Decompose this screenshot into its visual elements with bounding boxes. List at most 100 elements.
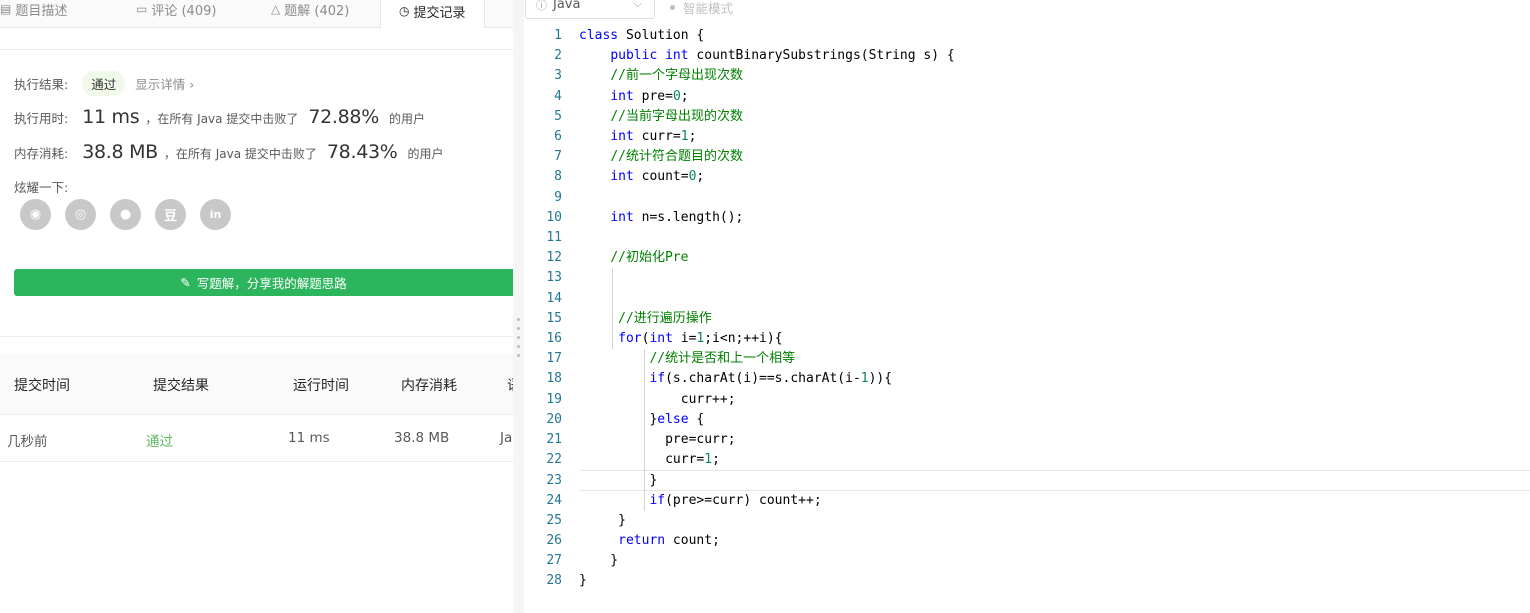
code-line[interactable]: 6 int curr=1; xyxy=(524,127,1530,147)
code-editor[interactable]: ⓘ Java ⌵ 智能模式 1 class Solution {2 public … xyxy=(524,0,1530,613)
douban-icon[interactable]: 豆 xyxy=(155,199,186,230)
line-number: 26 xyxy=(546,533,562,548)
tab-solutions[interactable]: △ 题解 (402) xyxy=(271,0,349,24)
code-text[interactable]: return count; xyxy=(579,531,720,551)
status-dot-icon xyxy=(670,5,675,10)
header-memory: 内存消耗 xyxy=(401,378,457,394)
wechat-icon[interactable]: ◉ xyxy=(20,199,51,230)
line-number: 22 xyxy=(546,452,562,468)
code-text[interactable]: //进行遍历操作 xyxy=(579,309,712,329)
memory-label: 内存消耗: xyxy=(14,146,69,161)
code-text[interactable]: pre=curr; xyxy=(579,430,735,450)
code-text[interactable]: } xyxy=(579,471,657,491)
show-details-link[interactable]: 显示详情 › xyxy=(135,74,194,93)
code-line[interactable]: 5 //当前字母出现的次数 xyxy=(524,107,1530,127)
smart-mode-toggle[interactable]: 智能模式 xyxy=(670,0,733,17)
chevron-down-icon: ⌵ xyxy=(633,0,642,10)
code-line[interactable]: 16 for(int i=1;i<n;++i){ xyxy=(524,329,1530,349)
code-line[interactable]: 20 }else { xyxy=(524,410,1530,430)
tab-bar: ▤ 题目描述 ▭ 评论 (409) △ 题解 (402) ◷ 提交记录 xyxy=(0,0,513,28)
cell-memory: 38.8 MB xyxy=(394,430,450,446)
memory-row: 内存消耗: 38.8 MB ，在所有 Java 提交中击败了 78.43% 的用… xyxy=(14,141,444,163)
line-number: 9 xyxy=(554,189,562,205)
code-text[interactable]: //当前字母出现的次数 xyxy=(579,107,743,127)
linkedin-icon[interactable]: in xyxy=(200,199,231,230)
code-text[interactable]: //统计是否和上一个相等 xyxy=(579,349,795,369)
language-select[interactable]: ⓘ Java ⌵ xyxy=(525,0,655,19)
status-row: 执行结果: 通过 显示详情 › xyxy=(14,71,194,96)
code-text[interactable]: int count=0; xyxy=(579,167,704,187)
panel-resize-handle[interactable] xyxy=(513,0,524,613)
header-result: 提交结果 xyxy=(153,378,209,394)
tab-description[interactable]: ▤ 题目描述 xyxy=(0,0,67,24)
code-line[interactable]: 2 public int countBinarySubstrings(Strin… xyxy=(524,46,1530,66)
code-text[interactable]: } xyxy=(579,551,618,571)
tab-label: 题目描述 xyxy=(15,3,68,19)
code-text[interactable]: //前一个字母出现次数 xyxy=(579,66,743,86)
code-text[interactable]: if(s.charAt(i)==s.charAt(i-1)){ xyxy=(579,369,892,389)
code-line[interactable]: 13 xyxy=(524,268,1530,288)
cell-submit-time: 几秒前 xyxy=(7,434,48,450)
qq-icon[interactable]: ● xyxy=(110,199,141,230)
line-number: 19 xyxy=(546,391,562,407)
runtime-value: 11 ms xyxy=(82,106,140,128)
code-line[interactable]: 11 xyxy=(524,228,1530,248)
code-text[interactable]: if(pre>=curr) count++; xyxy=(579,491,821,511)
code-text[interactable]: int curr=1; xyxy=(579,127,696,147)
code-line[interactable]: 21 pre=curr; xyxy=(524,430,1530,450)
code-line[interactable]: 19 curr++; xyxy=(524,390,1530,410)
code-text[interactable]: int n=s.length(); xyxy=(579,208,743,228)
code-line[interactable]: 8 int count=0; xyxy=(524,167,1530,187)
weibo-icon[interactable]: ◎ xyxy=(65,199,96,230)
code-text[interactable]: //初始化Pre xyxy=(579,248,688,268)
code-text[interactable]: curr++; xyxy=(579,390,736,410)
line-number: 23 xyxy=(546,473,562,489)
tab-label: 提交记录 xyxy=(413,5,466,21)
code-line[interactable]: 26 return count; xyxy=(524,531,1530,551)
write-solution-label: 写题解，分享我的解题思路 xyxy=(196,276,347,291)
tab-submissions[interactable]: ◷ 提交记录 xyxy=(380,0,485,28)
code-line[interactable]: 1 class Solution { xyxy=(524,26,1530,46)
code-line[interactable]: 28} xyxy=(524,571,1530,591)
code-line[interactable]: 22 curr=1; xyxy=(524,450,1530,470)
code-text[interactable]: int pre=0; xyxy=(579,87,688,107)
cell-result[interactable]: 通过 xyxy=(146,430,173,450)
table-header: 提交时间 提交结果 运行时间 内存消耗 语 xyxy=(0,353,513,415)
code-text[interactable]: } xyxy=(579,511,626,531)
code-line[interactable]: 23 } xyxy=(546,470,1530,491)
line-number: 6 xyxy=(554,129,562,144)
cell-runtime: 11 ms xyxy=(288,430,330,446)
code-text[interactable]: public int countBinarySubstrings(String … xyxy=(579,46,954,66)
code-line[interactable]: 7 //统计符合题目的次数 xyxy=(524,147,1530,167)
code-text[interactable]: } xyxy=(579,571,587,591)
tab-comments[interactable]: ▭ 评论 (409) xyxy=(136,0,216,24)
code-line[interactable]: 18 if(s.charAt(i)==s.charAt(i-1)){ xyxy=(524,369,1530,389)
code-line[interactable]: 4 int pre=0; xyxy=(524,87,1530,107)
runtime-desc: ，在所有 Java 提交中击败了 xyxy=(145,112,299,126)
code-line[interactable]: 17 //统计是否和上一个相等 xyxy=(524,349,1530,369)
status-label: 执行结果: xyxy=(14,77,69,92)
code-text[interactable]: class Solution { xyxy=(579,26,704,46)
code-text[interactable]: }else { xyxy=(579,410,704,430)
code-line[interactable]: 24 if(pre>=curr) count++; xyxy=(524,491,1530,511)
line-number: 10 xyxy=(546,209,562,225)
code-line[interactable]: 9 xyxy=(524,188,1530,208)
runtime-percentile: 72.88% xyxy=(308,106,379,128)
code-line[interactable]: 14 xyxy=(524,289,1530,309)
table-row[interactable]: 几秒前 通过 11 ms 38.8 MB Ja xyxy=(0,415,513,462)
share-label: 炫耀一下: xyxy=(14,180,69,195)
code-text[interactable]: //统计符合题目的次数 xyxy=(579,147,743,167)
share-row: 炫耀一下: xyxy=(14,177,68,196)
code-text[interactable]: for(int i=1;i<n;++i){ xyxy=(579,329,782,349)
code-text[interactable]: curr=1; xyxy=(579,450,720,470)
code-line[interactable]: 12 //初始化Pre xyxy=(524,248,1530,268)
code-line[interactable]: 25 } xyxy=(524,511,1530,531)
code-line[interactable]: 15 //进行遍历操作 xyxy=(524,309,1530,329)
write-solution-button[interactable]: ✎ 写题解，分享我的解题思路 xyxy=(14,269,513,296)
code-line[interactable]: 27 } xyxy=(524,551,1530,571)
code-line[interactable]: 10 int n=s.length(); xyxy=(524,208,1530,228)
header-submit-time: 提交时间 xyxy=(14,378,70,394)
line-number: 20 xyxy=(546,411,562,427)
code-line[interactable]: 3 //前一个字母出现次数 xyxy=(524,66,1530,86)
line-number: 2 xyxy=(554,48,562,64)
